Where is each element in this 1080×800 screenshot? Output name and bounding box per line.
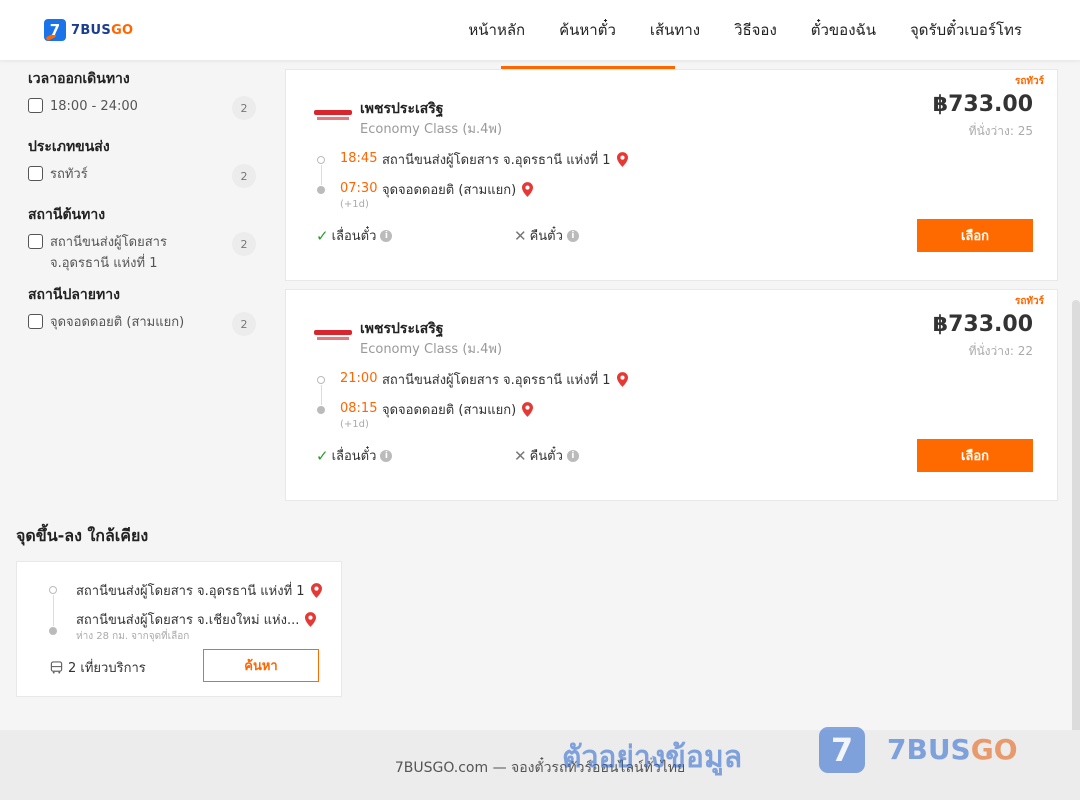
filter-sidebar: เวลาออกเดินทาง 18:00 - 24:00 2 ประเภทขนส… <box>28 60 256 338</box>
day-offset: (+1d) <box>340 199 369 210</box>
select-trip-button[interactable]: เลือก <box>917 439 1033 472</box>
depart-time: 21:00 <box>340 371 378 386</box>
vehicle-type-tag: รถทัวร์ <box>1014 76 1044 87</box>
map-pin-icon[interactable] <box>310 583 322 598</box>
seats-available: ที่นั่งว่าง: 22 <box>968 344 1033 358</box>
map-pin-icon[interactable] <box>522 182 534 197</box>
arrive-dot <box>317 406 325 414</box>
nearby-section-title: จุดขึ้น-ลง ใกล้เคียง <box>16 526 149 545</box>
refund-policy: ✕ คืนตั๋ว i <box>514 445 579 466</box>
operator-logo <box>314 110 352 122</box>
count-badge: 2 <box>232 96 256 120</box>
info-icon[interactable]: i <box>380 449 393 462</box>
seats-available: ที่นั่งว่าง: 25 <box>968 124 1033 138</box>
map-pin-icon[interactable] <box>305 612 317 627</box>
to-dot <box>49 627 57 635</box>
arrive-station: จุดจอดดอยติ (สามแยก) <box>382 179 534 200</box>
reschedule-policy: ✓ เลื่อนตั๋ว i <box>316 225 393 246</box>
filter-option-destination[interactable]: จุดจอดดอยติ (สามแยก) 2 <box>28 312 256 338</box>
filter-option-origin[interactable]: สถานีขนส่งผู้โดยสาร จ.อุดรธานี แห่งที่ 1… <box>28 232 256 274</box>
filter-option-departure-time[interactable]: 18:00 - 24:00 2 <box>28 96 256 122</box>
nav-how-to-book[interactable]: วิธีจอง <box>734 18 777 42</box>
vehicle-type-tag: รถทัวร์ <box>1014 296 1044 307</box>
filter-title-transport-type: ประเภทขนส่ง <box>28 139 110 155</box>
cross-icon: ✕ <box>514 446 527 465</box>
map-pin-icon[interactable] <box>616 152 628 167</box>
nearby-to-station: สถานีขนส่งผู้โดยสาร จ.เชียงใหม่ แห่ง... <box>76 609 317 630</box>
filter-label: สถานีขนส่งผู้โดยสาร จ.อุดรธานี แห่งที่ 1 <box>50 235 167 271</box>
depart-station: สถานีขนส่งผู้โดยสาร จ.อุดรธานี แห่งที่ 1 <box>382 149 628 170</box>
logo-icon: 7 <box>44 19 66 41</box>
checkbox-transport-type[interactable] <box>28 166 43 181</box>
arrive-time: 08:15 <box>340 401 378 416</box>
operator-name: เพชรประเสริฐ <box>360 101 444 117</box>
filter-title-departure-time: เวลาออกเดินทาง <box>28 71 130 87</box>
nearby-search-button[interactable]: ค้นหา <box>203 649 319 682</box>
watermark-brand: 7BUSGO <box>887 733 1018 766</box>
map-pin-icon[interactable] <box>522 402 534 417</box>
nearby-from-station: สถานีขนส่งผู้โดยสาร จ.อุดรธานี แห่งที่ 1 <box>76 580 322 601</box>
reschedule-policy: ✓ เลื่อนตั๋ว i <box>316 445 393 466</box>
filter-label: 18:00 - 24:00 <box>50 99 138 114</box>
bus-icon <box>50 661 63 674</box>
depart-dot <box>317 376 325 384</box>
nearby-distance: ห่าง 28 กม. จากจุดที่เลือก <box>76 631 190 642</box>
day-offset: (+1d) <box>340 419 369 430</box>
arrive-station: จุดจอดดอยติ (สามแยก) <box>382 399 534 420</box>
timeline-line <box>320 165 322 185</box>
active-tab-indicator <box>501 66 675 69</box>
check-icon: ✓ <box>316 446 329 465</box>
arrive-dot <box>317 186 325 194</box>
top-header: 7 7BUSGO หน้าหลัก ค้นหาตั๋ว เส้นทาง วิธี… <box>0 0 1080 60</box>
operator-name: เพชรประเสริฐ <box>360 321 444 337</box>
refund-policy: ✕ คืนตั๋ว i <box>514 225 579 246</box>
main-nav: หน้าหลัก ค้นหาตั๋ว เส้นทาง วิธีจอง ตั๋วข… <box>434 0 1022 60</box>
select-trip-button[interactable]: เลือก <box>917 219 1033 252</box>
info-icon[interactable]: i <box>566 229 579 242</box>
nearby-trip-count: 2 เที่ยวบริการ <box>50 657 146 678</box>
watermark-logo-icon: 7 <box>819 727 865 773</box>
trip-card: รถทัวร์ เพชรประเสริฐ Economy Class (ม.4พ… <box>285 289 1058 501</box>
filter-option-transport-type[interactable]: รถทัวร์ 2 <box>28 164 256 190</box>
brand-name: 7BUSGO <box>71 22 134 38</box>
info-icon[interactable]: i <box>380 229 393 242</box>
info-icon[interactable]: i <box>566 449 579 462</box>
page-scrollbar[interactable] <box>1072 300 1080 760</box>
filter-title-origin: สถานีต้นทาง <box>28 207 106 223</box>
filter-label: จุดจอดดอยติ (สามแยก) <box>50 315 185 330</box>
bus-class: Economy Class (ม.4พ) <box>360 122 503 137</box>
nav-search-ticket[interactable]: ค้นหาตั๋ว <box>559 18 616 42</box>
from-dot <box>49 586 57 594</box>
map-pin-icon[interactable] <box>616 372 628 387</box>
depart-dot <box>317 156 325 164</box>
watermark-text: ตัวอย่างข้อมูล <box>562 740 743 775</box>
nav-ticket-points[interactable]: จุดรับตั๋วเบอร์โทร <box>910 18 1022 42</box>
checkbox-destination[interactable] <box>28 314 43 329</box>
nav-my-tickets[interactable]: ตั๋วของฉัน <box>811 18 876 42</box>
filter-title-destination: สถานีปลายทาง <box>28 287 120 303</box>
count-badge: 2 <box>232 164 256 188</box>
checkbox-departure-time[interactable] <box>28 98 43 113</box>
trip-card: รถทัวร์ เพชรประเสริฐ Economy Class (ม.4พ… <box>285 69 1058 281</box>
depart-time: 18:45 <box>340 151 378 166</box>
brand-logo[interactable]: 7 7BUSGO <box>44 19 133 41</box>
timeline-line <box>320 385 322 405</box>
ticket-price: ฿733.00 <box>932 92 1033 117</box>
checkbox-origin[interactable] <box>28 234 43 249</box>
check-icon: ✓ <box>316 226 329 245</box>
count-badge: 2 <box>232 312 256 336</box>
nav-home[interactable]: หน้าหลัก <box>468 18 525 42</box>
bus-class: Economy Class (ม.4พ) <box>360 342 503 357</box>
arrive-time: 07:30 <box>340 181 378 196</box>
timeline-line <box>52 595 54 626</box>
nearby-route-card: สถานีขนส่งผู้โดยสาร จ.อุดรธานี แห่งที่ 1… <box>16 561 342 697</box>
cross-icon: ✕ <box>514 226 527 245</box>
count-badge: 2 <box>232 232 256 256</box>
nav-routes[interactable]: เส้นทาง <box>650 18 700 42</box>
operator-logo <box>314 330 352 342</box>
ticket-price: ฿733.00 <box>932 312 1033 337</box>
filter-label: รถทัวร์ <box>50 167 88 182</box>
depart-station: สถานีขนส่งผู้โดยสาร จ.อุดรธานี แห่งที่ 1 <box>382 369 628 390</box>
